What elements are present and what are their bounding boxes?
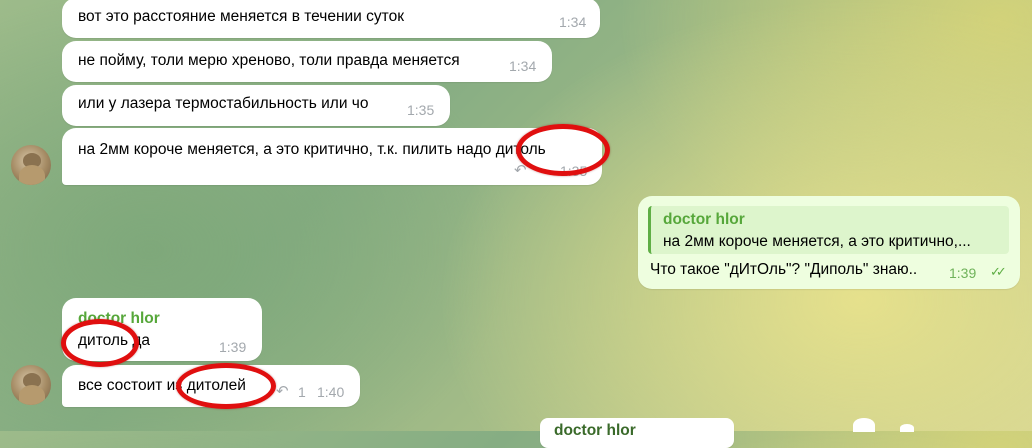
message-bubble[interactable]: не пойму, толи мерю хреново, толи правда… [62, 41, 552, 82]
message-time: 1:35 [407, 102, 435, 118]
sender-name: doctor hlor [554, 422, 636, 439]
annotation-ellipse [516, 124, 610, 176]
annotation-ellipse [176, 363, 276, 409]
message-text: на 2мм короче меняется, а это критично, … [78, 141, 546, 158]
reply-icon: ↶ [276, 383, 289, 400]
message-time: 1:39 [949, 265, 977, 281]
avatar[interactable] [11, 365, 51, 405]
message-time: 1:40 [317, 384, 345, 400]
message-time: 1:39 [219, 339, 247, 355]
cat-body-shape [19, 385, 45, 405]
message-text: Что такое "дИтОль"? "Диполь" знаю.. [650, 261, 918, 278]
message-time: 1:34 [509, 58, 537, 74]
message-text: или у лазера термостабильность или чо [78, 95, 369, 112]
quote-author: doctor hlor [663, 211, 745, 228]
cat-body-shape [19, 165, 45, 185]
message-bubble[interactable]: или у лазера термостабильность или чо 1:… [62, 85, 450, 126]
quote-text: на 2мм короче меняется, а это критично,.… [663, 233, 971, 250]
outgoing-message-bubble[interactable]: doctor hlor на 2мм короче меняется, а эт… [638, 196, 1020, 289]
message-text: вот это расстояние меняется в течении су… [78, 8, 404, 25]
reply-count: 1 [298, 384, 306, 400]
message-text: не пойму, толи мерю хреново, толи правда… [78, 52, 460, 69]
message-bubble[interactable]: вот это расстояние меняется в течении су… [62, 0, 600, 38]
message-bubble-partial[interactable]: doctor hlor [540, 418, 734, 448]
message-time: 1:34 [559, 14, 587, 30]
avatar[interactable] [11, 145, 51, 185]
annotation-ellipse [61, 319, 139, 367]
sticker-partial [853, 418, 875, 432]
double-check-icon: ✓✓ [990, 264, 1007, 279]
reply-quote[interactable]: doctor hlor на 2мм короче меняется, а эт… [648, 206, 1009, 254]
chat-area: вот это расстояние меняется в течении су… [0, 0, 1032, 448]
